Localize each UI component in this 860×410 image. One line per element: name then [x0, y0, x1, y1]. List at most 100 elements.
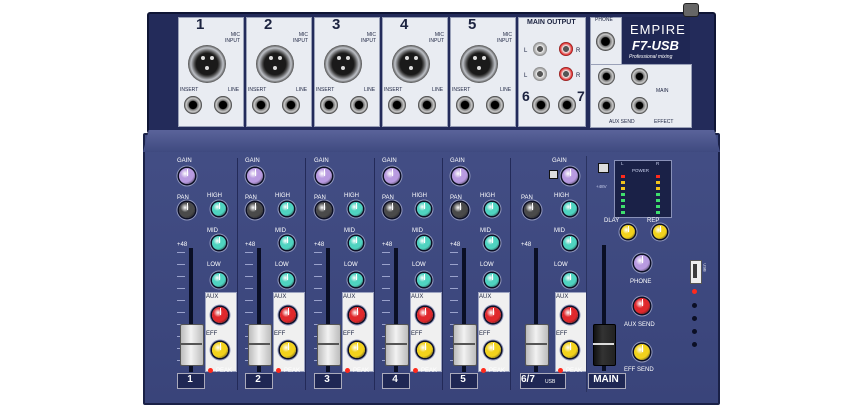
high-label-4: HIGH [412, 193, 427, 199]
line-jack-4[interactable] [418, 96, 436, 114]
rca-r-top-red[interactable] [559, 42, 573, 56]
usb-button-1[interactable] [692, 303, 697, 308]
fader-tick-4 [382, 276, 390, 277]
fader-tick-3 [314, 276, 322, 277]
gain-knob-4-pointer [391, 169, 393, 176]
fader-tick-1 [177, 252, 185, 253]
high-knob-5-pointer [491, 203, 493, 209]
peak-label-4: PEAK [421, 368, 438, 374]
aux-label-3: AUX [343, 294, 356, 300]
stereo-high-knob-pointer [569, 203, 571, 209]
gain-knob-1-pointer [186, 169, 188, 176]
line-jack-2[interactable] [282, 96, 300, 114]
line-label-4: LINE [432, 87, 444, 93]
pan-knob-3-pointer [323, 203, 325, 210]
fader-knob-4[interactable] [385, 324, 409, 366]
insert-jack-5[interactable] [456, 96, 474, 114]
insert-jack-3[interactable] [320, 96, 338, 114]
effect-jack[interactable] [631, 97, 648, 114]
fader-scale-top-5: +48 [450, 242, 461, 248]
pan-knob-2-pointer [254, 203, 256, 210]
stereo-eff-label: EFF [556, 331, 568, 337]
xlr-input-1[interactable] [188, 45, 226, 83]
surface-bevel [143, 130, 720, 152]
xlr-pin-a-5 [473, 56, 477, 60]
meter-led-left [621, 193, 625, 196]
mic-input-label-2: MIC INPUT [293, 32, 308, 44]
stereo-select-button[interactable] [549, 170, 558, 179]
stereo-fader-knob-line [525, 343, 547, 345]
rca-l-top-white[interactable] [533, 42, 547, 56]
master-aux-send-label: AUX SEND [624, 322, 655, 328]
mid-label-2: MID [275, 228, 286, 234]
xlr-input-5[interactable] [460, 45, 498, 83]
insert-jack-2[interactable] [252, 96, 270, 114]
fader-knob-2[interactable] [248, 324, 272, 366]
usb-button-3[interactable] [692, 329, 697, 334]
aux-knob-1-pointer [219, 308, 221, 315]
rca-l-label: L [524, 48, 528, 54]
input-number-1: 1 [196, 16, 205, 33]
stereo-mid-label: MID [554, 228, 565, 234]
line-jack-5[interactable] [486, 96, 504, 114]
stereo-low-label: LOW [554, 262, 568, 268]
aux-knob-2-pointer [287, 308, 289, 315]
low-knob-2-pointer [286, 274, 288, 280]
stereo-low-knob-pointer [569, 274, 571, 280]
power-connector[interactable] [683, 3, 699, 17]
rca-l-mid-white[interactable] [533, 67, 547, 81]
phone-jack[interactable] [596, 32, 615, 51]
input-6-label: 6 [522, 88, 530, 104]
jack-6[interactable] [532, 96, 550, 114]
master-phone-label: PHONE [630, 279, 652, 285]
line-jack-1[interactable] [214, 96, 232, 114]
xlr-input-4[interactable] [392, 45, 430, 83]
high-knob-4-pointer [423, 203, 425, 209]
fader-knob-1[interactable] [180, 324, 204, 366]
fader-knob-3[interactable] [317, 324, 341, 366]
rca-r2-label: R [576, 73, 581, 79]
main-jack-r[interactable] [631, 68, 648, 85]
fader-tick-1 [177, 288, 185, 289]
peak-label-1: PEAK [216, 368, 233, 374]
channel-label-2: 2 [255, 374, 261, 385]
usb-label: USB [702, 263, 708, 272]
xlr-input-2[interactable] [256, 45, 294, 83]
aux-send-jack[interactable] [598, 97, 615, 114]
low-knob-1-pointer [218, 274, 220, 280]
fader-tick-5 [450, 252, 458, 253]
fader-tick-2 [245, 312, 253, 313]
low-label-4: LOW [412, 262, 426, 268]
phantom-switch[interactable] [598, 163, 609, 173]
fader-tick-1 [177, 264, 185, 265]
fader-tick-5 [450, 288, 458, 289]
insert-jack-1[interactable] [184, 96, 202, 114]
usb-button-4[interactable] [692, 342, 697, 347]
jack-7[interactable] [558, 96, 576, 114]
fader-scale-top-2: +48 [245, 242, 256, 248]
pan-label-1: PAN [177, 195, 189, 201]
xlr-input-3[interactable] [324, 45, 362, 83]
main-output-label: MAIN OUTPUT [527, 19, 576, 26]
aux-knob-3-pointer [356, 308, 358, 315]
eff-knob-4-pointer [424, 343, 426, 350]
gain-label-4: GAIN [382, 158, 397, 164]
usb-button-2[interactable] [692, 316, 697, 321]
model-name: F7-USB [632, 38, 679, 53]
insert-jack-4[interactable] [388, 96, 406, 114]
stereo-fader-knob[interactable] [525, 324, 549, 366]
pan-label-4: PAN [382, 195, 394, 201]
main-fader-knob[interactable] [593, 324, 616, 366]
high-label-1: HIGH [207, 193, 222, 199]
fader-knob-5[interactable] [453, 324, 477, 366]
rca-r-mid-red[interactable] [559, 67, 573, 81]
fader-tick-5 [450, 312, 458, 313]
channel-label-5: 5 [460, 374, 466, 385]
line-jack-3[interactable] [350, 96, 368, 114]
high-label-3: HIGH [344, 193, 359, 199]
main-jack-l[interactable] [598, 68, 615, 85]
stereo-usb-label: USB [545, 379, 556, 385]
low-knob-5-pointer [491, 274, 493, 280]
low-label-3: LOW [344, 262, 358, 268]
mid-label-5: MID [480, 228, 491, 234]
